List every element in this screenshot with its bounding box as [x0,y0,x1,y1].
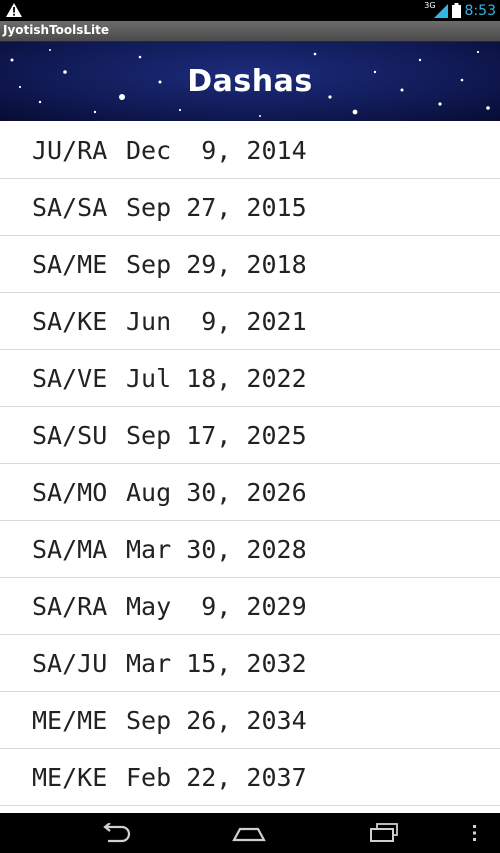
list-item[interactable]: ME/KE Feb 22, 2037 [0,749,500,806]
home-button[interactable] [229,819,269,847]
list-item[interactable]: SA/SA Sep 27, 2015 [0,179,500,236]
back-icon [103,823,131,843]
list-item[interactable]: SA/RA May 9, 2029 [0,578,500,635]
dasha-period: SA/MA [32,534,108,564]
dasha-period: SA/SU [32,420,108,450]
list-item[interactable]: JU/RA Dec 9, 2014 [0,122,500,179]
home-icon [232,827,266,842]
dasha-period: SA/KE [32,306,108,336]
clock: 8:53 [464,2,496,19]
dasha-period: JU/RA [32,135,108,165]
dasha-date: Sep 17, 2025 [126,420,307,450]
recent-apps-button[interactable] [364,819,404,847]
list-item[interactable]: SA/MO Aug 30, 2026 [0,464,500,521]
dasha-list[interactable]: JU/RA Dec 9, 2014 SA/SA Sep 27, 2015 SA/ME Se… [0,122,500,813]
dasha-date: Mar 30, 2028 [126,534,307,564]
dasha-date: Sep 29, 2018 [126,249,307,279]
list-item[interactable]: SA/SU Sep 17, 2025 [0,407,500,464]
recent-apps-icon [370,823,398,842]
dasha-date: Jul 18, 2022 [126,363,307,393]
overflow-menu-button[interactable] [460,819,490,847]
dasha-date: Sep 27, 2015 [126,192,307,222]
battery-icon [451,3,461,18]
dasha-period: SA/RA [32,591,108,621]
app-title-bar: JyotishToolsLite [0,21,500,42]
dasha-period: SA/VE [32,363,108,393]
dasha-date: Aug 30, 2026 [126,477,307,507]
dasha-period: SA/SA [32,192,108,222]
list-item[interactable]: SA/ME Sep 29, 2018 [0,236,500,293]
dasha-date: Dec 9, 2014 [126,135,307,165]
dasha-date: Sep 26, 2034 [126,705,307,735]
app-title: JyotishToolsLite [3,23,110,37]
list-item[interactable]: SA/JU Mar 15, 2032 [0,635,500,692]
dasha-date: Mar 15, 2032 [126,648,307,678]
menu-icon [473,825,476,841]
dasha-date: Jun 9, 2021 [126,306,307,336]
list-item[interactable]: SA/KE Jun 9, 2021 [0,293,500,350]
dasha-period: ME/KE [32,762,108,792]
dasha-period: SA/ME [32,249,108,279]
dasha-date: Feb 22, 2037 [126,762,307,792]
header-banner: Dashas [0,42,500,121]
warning-icon [6,3,22,17]
dasha-period: ME/ME [32,705,108,735]
signal-icon [433,3,448,18]
navigation-bar [0,813,500,853]
back-button[interactable] [95,819,135,847]
list-item[interactable]: SA/VE Jul 18, 2022 [0,350,500,407]
dasha-period: SA/MO [32,477,108,507]
list-item[interactable]: SA/MA Mar 30, 2028 [0,521,500,578]
page-title: Dashas [187,64,313,99]
status-bar: 3G 8:53 [0,0,500,21]
network-type-label: 3G [424,1,436,10]
dasha-period: SA/JU [32,648,108,678]
list-item[interactable]: ME/ME Sep 26, 2034 [0,692,500,749]
dasha-date: May 9, 2029 [126,591,307,621]
